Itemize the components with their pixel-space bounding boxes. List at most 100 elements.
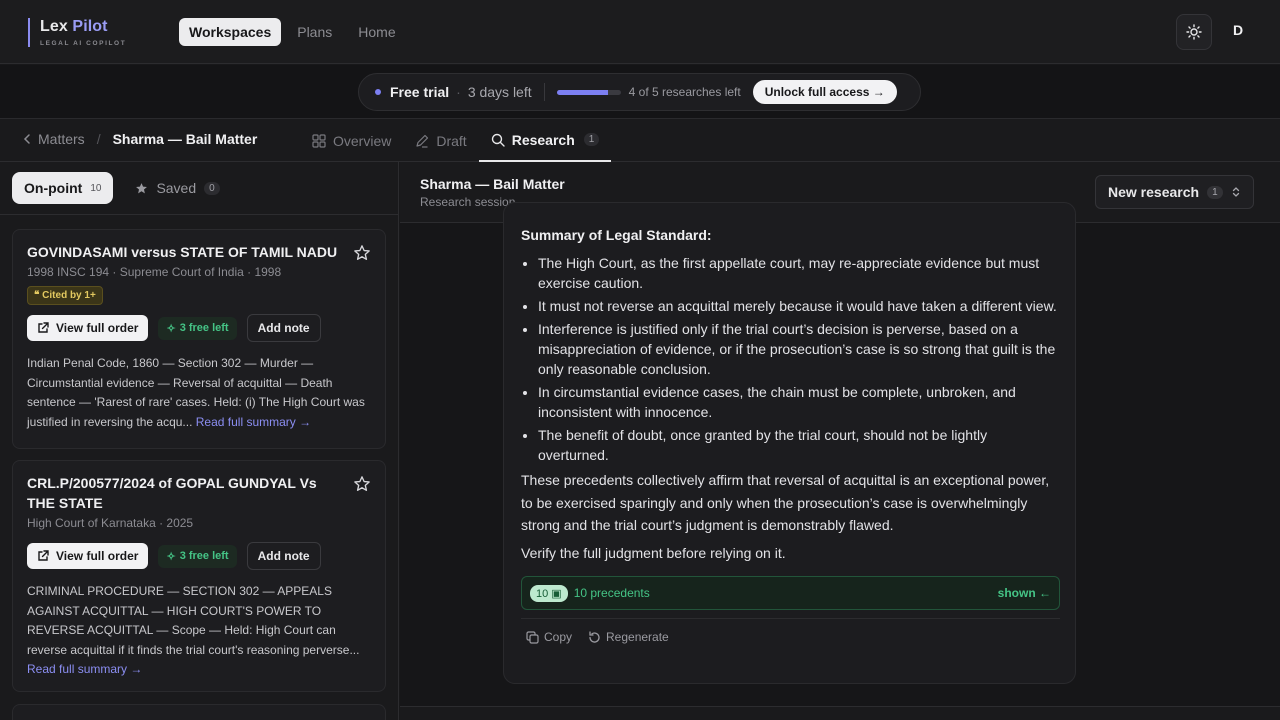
precedent-card — [12, 704, 386, 720]
sparkle-icon: ✧ — [166, 550, 176, 563]
filter-divider — [0, 214, 398, 215]
star-filled-icon — [136, 182, 148, 193]
trial-pill: Free trial · 3 days left 4 of 5 research… — [358, 73, 921, 111]
star-icon[interactable] — [353, 244, 371, 262]
precedents-badge-count: 10 — [536, 587, 549, 600]
brand-tagline: LEGAL AI COPILOT — [40, 40, 127, 47]
tab-research[interactable]: Research 1 — [478, 119, 612, 162]
composer-edge — [400, 706, 1280, 720]
answer-verify-note: Verify the full judgment before relying … — [521, 544, 786, 561]
filter-row: On-point 10 Saved 0 — [12, 172, 232, 204]
free-left-badge: ✧ 3 free left — [158, 316, 237, 340]
researches-left: 4 of 5 researches left — [628, 85, 741, 99]
precedents-label: 10 precedents — [573, 586, 650, 600]
separator-dot: · — [456, 84, 461, 100]
tab-research-count: 1 — [583, 133, 600, 146]
precedents-toggle[interactable]: 10 ▣ 10 precedents shown ← — [521, 576, 1060, 610]
breadcrumb: Matters / Sharma — Bail Matter — [22, 131, 257, 147]
filter-saved[interactable]: Saved 0 — [123, 172, 231, 204]
sparkle-icon: ✧ — [166, 322, 176, 335]
vertical-divider — [543, 83, 545, 101]
star-icon[interactable] — [353, 475, 371, 493]
precedent-meta: High Court of Karnataka · 2025 — [27, 516, 194, 530]
card-actions: View full order ✧ 3 free left Add note — [27, 542, 371, 570]
matter-tabs: Overview Draft Research 1 — [300, 119, 612, 162]
precedent-card: GOVINDASAMI versus STATE OF TAMIL NADU 1… — [12, 229, 386, 449]
quote-icon: ❝ — [34, 290, 43, 301]
trial-days-left: 3 days left — [467, 84, 532, 100]
cited-badge: ❝ Cited by 1+ — [27, 286, 103, 305]
precedents-badge: 10 ▣ — [530, 584, 568, 602]
brand-name-part1: Lex — [40, 18, 68, 35]
answer-content: Summary of Legal Standard: The High Cour… — [521, 225, 1061, 563]
view-full-order-button[interactable]: View full order — [27, 315, 149, 341]
app-logo[interactable]: Lex Pilot LEGAL AI COPILOT — [28, 18, 126, 47]
answer-bullet: It must not reverse an acquittal merely … — [538, 296, 1061, 316]
trial-label: Free trial — [390, 84, 450, 100]
filter-onpoint-count: 10 — [90, 182, 102, 194]
answer-divider — [521, 618, 1060, 619]
regenerate-button[interactable]: Regenerate — [588, 630, 669, 644]
copy-button[interactable]: Copy — [526, 630, 572, 644]
top-bar: Lex Pilot LEGAL AI COPILOT Workspaces Pl… — [0, 0, 1280, 64]
read-full-summary-link[interactable]: Read full summary → — [196, 415, 311, 429]
read-full-summary-link[interactable]: Read full summary → — [27, 662, 142, 676]
answer-bullet: Interference is justified only if the tr… — [538, 319, 1061, 379]
tab-research-label: Research — [511, 131, 575, 148]
unlock-full-access-button[interactable]: Unlock full access → — [752, 80, 897, 104]
chevron-left-icon[interactable] — [22, 133, 32, 145]
copy-icon — [526, 630, 539, 644]
precedent-title[interactable]: CRL.P/200577/2024 of GOPAL GUNDYAL Vs TH… — [27, 473, 345, 513]
breadcrumb-bar: Matters / Sharma — Bail Matter Overview … — [0, 119, 1280, 162]
answer-bullet: The benefit of doubt, once granted by th… — [538, 425, 1061, 465]
view-full-order-button[interactable]: View full order — [27, 543, 149, 569]
precedents-panel: On-point 10 Saved 0 GOVINDASAMI versus S… — [0, 162, 399, 720]
breadcrumb-parent[interactable]: Matters — [38, 131, 85, 147]
search-icon — [491, 133, 505, 147]
answer-card: Summary of Legal Standard: The High Cour… — [503, 202, 1076, 684]
new-research-label: New research — [1108, 184, 1200, 200]
refresh-icon — [589, 630, 600, 643]
precedent-card: CRL.P/200577/2024 of GOPAL GUNDYAL Vs TH… — [12, 460, 386, 692]
add-note-button[interactable]: Add note — [246, 314, 321, 342]
copy-label: Copy — [544, 630, 573, 644]
nav-workspaces[interactable]: Workspaces — [179, 18, 282, 46]
breadcrumb-separator: / — [96, 131, 101, 147]
free-left-badge: ✧ 3 free left — [158, 544, 237, 568]
precedent-title[interactable]: GOVINDASAMI versus STATE OF TAMIL NADU — [27, 242, 345, 262]
answer-bullets: The High Court, as the first appellate c… — [538, 253, 1061, 465]
external-link-icon — [38, 322, 49, 333]
research-progress-fill — [556, 89, 608, 95]
pen-icon — [416, 134, 429, 148]
external-link-icon — [38, 550, 49, 561]
research-progress-bar — [556, 89, 621, 95]
precedent-summary: CRIMINAL PROCEDURE — SECTION 302 — APPEA… — [27, 582, 371, 680]
filter-saved-count: 0 — [204, 181, 220, 195]
session-subtitle: Research session — [420, 195, 516, 209]
theme-toggle-button[interactable] — [1176, 14, 1212, 50]
brand-name-part2: Pilot — [72, 18, 108, 35]
status-dot — [375, 89, 381, 95]
breadcrumb-current: Sharma — Bail Matter — [112, 131, 258, 147]
tab-draft[interactable]: Draft — [403, 119, 478, 162]
sun-icon — [1186, 24, 1202, 40]
research-panel: Sharma — Bail Matter Research session Ne… — [400, 162, 1280, 720]
view-full-order-label: View full order — [56, 321, 139, 335]
nav-home[interactable]: Home — [348, 18, 405, 46]
add-note-button[interactable]: Add note — [246, 542, 321, 570]
tab-overview-label: Overview — [333, 132, 392, 149]
new-research-button[interactable]: New research 1 — [1095, 175, 1254, 209]
view-full-order-label: View full order — [56, 549, 139, 563]
filter-onpoint[interactable]: On-point 10 — [12, 172, 114, 204]
main-nav: Workspaces Plans Home — [179, 18, 406, 46]
free-left-label: 3 free left — [179, 550, 229, 562]
answer-body: These precedents collectively affirm tha… — [521, 472, 1050, 533]
user-avatar[interactable]: D — [1226, 22, 1250, 42]
chevron-up-down-icon — [1232, 187, 1239, 197]
nav-plans[interactable]: Plans — [287, 18, 342, 46]
answer-bullet: In circumstantial evidence cases, the ch… — [538, 382, 1061, 422]
card-actions: View full order ✧ 3 free left Add note — [27, 314, 371, 342]
answer-bullet: The High Court, as the first appellate c… — [538, 253, 1061, 293]
tab-overview[interactable]: Overview — [300, 119, 403, 162]
answer-actions: Copy Regenerate — [526, 630, 669, 644]
